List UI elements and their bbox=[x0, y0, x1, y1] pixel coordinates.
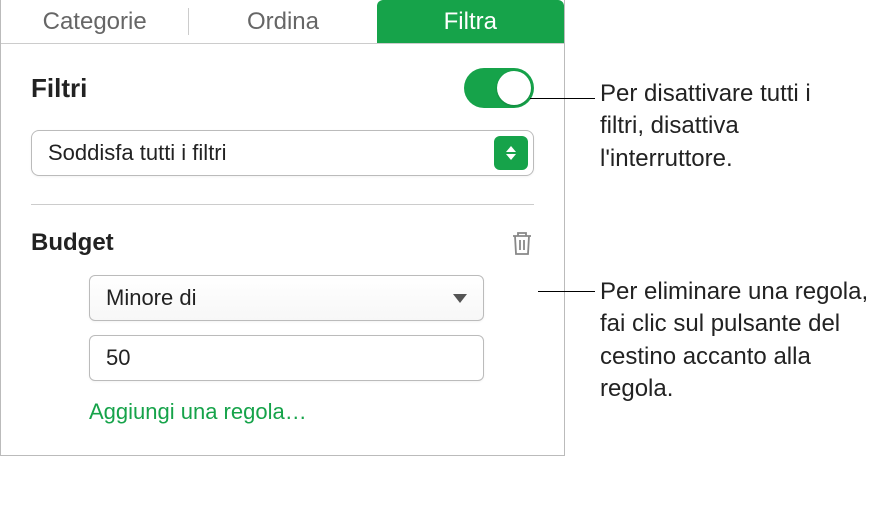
operator-label: Minore di bbox=[106, 285, 453, 311]
add-rule-link[interactable]: Aggiungi una regola… bbox=[89, 399, 534, 425]
tab-sort[interactable]: Ordina bbox=[189, 0, 376, 43]
panel-content: Filtri Soddisfa tutti i filtri Budget bbox=[1, 44, 564, 455]
callout-toggle: Per disattivare tutti i filtri, disattiv… bbox=[600, 78, 860, 175]
tab-categories[interactable]: Categorie bbox=[1, 0, 188, 43]
match-mode-label: Soddisfa tutti i filtri bbox=[32, 140, 494, 166]
trash-icon bbox=[510, 229, 534, 257]
callout-trash: Per eliminare una regola, fai clic sul p… bbox=[600, 276, 872, 406]
rule-column-name: Budget bbox=[31, 229, 114, 257]
filters-title: Filtri bbox=[31, 73, 87, 104]
value-text: 50 bbox=[106, 345, 130, 371]
chevron-up-icon bbox=[506, 146, 516, 152]
tab-filter[interactable]: Filtra bbox=[377, 0, 564, 43]
filters-toggle[interactable] bbox=[464, 68, 534, 108]
delete-rule-button[interactable] bbox=[510, 229, 534, 257]
rule-body: Minore di 50 Aggiungi una regola… bbox=[31, 275, 534, 425]
rule-header: Budget bbox=[31, 229, 534, 257]
filter-panel: Categorie Ordina Filtra Filtri Soddisfa … bbox=[0, 0, 565, 456]
callout-line-trash bbox=[538, 291, 595, 292]
operator-select[interactable]: Minore di bbox=[89, 275, 484, 321]
dropdown-icon bbox=[494, 136, 528, 170]
callout-line-toggle bbox=[530, 98, 595, 99]
value-input[interactable]: 50 bbox=[89, 335, 484, 381]
divider bbox=[31, 204, 534, 205]
match-mode-select[interactable]: Soddisfa tutti i filtri bbox=[31, 130, 534, 176]
toggle-knob bbox=[497, 71, 531, 105]
chevron-down-icon bbox=[506, 154, 516, 160]
chevron-down-icon bbox=[453, 294, 467, 303]
filters-header-row: Filtri bbox=[31, 68, 534, 108]
panel-tabs: Categorie Ordina Filtra bbox=[1, 0, 564, 44]
